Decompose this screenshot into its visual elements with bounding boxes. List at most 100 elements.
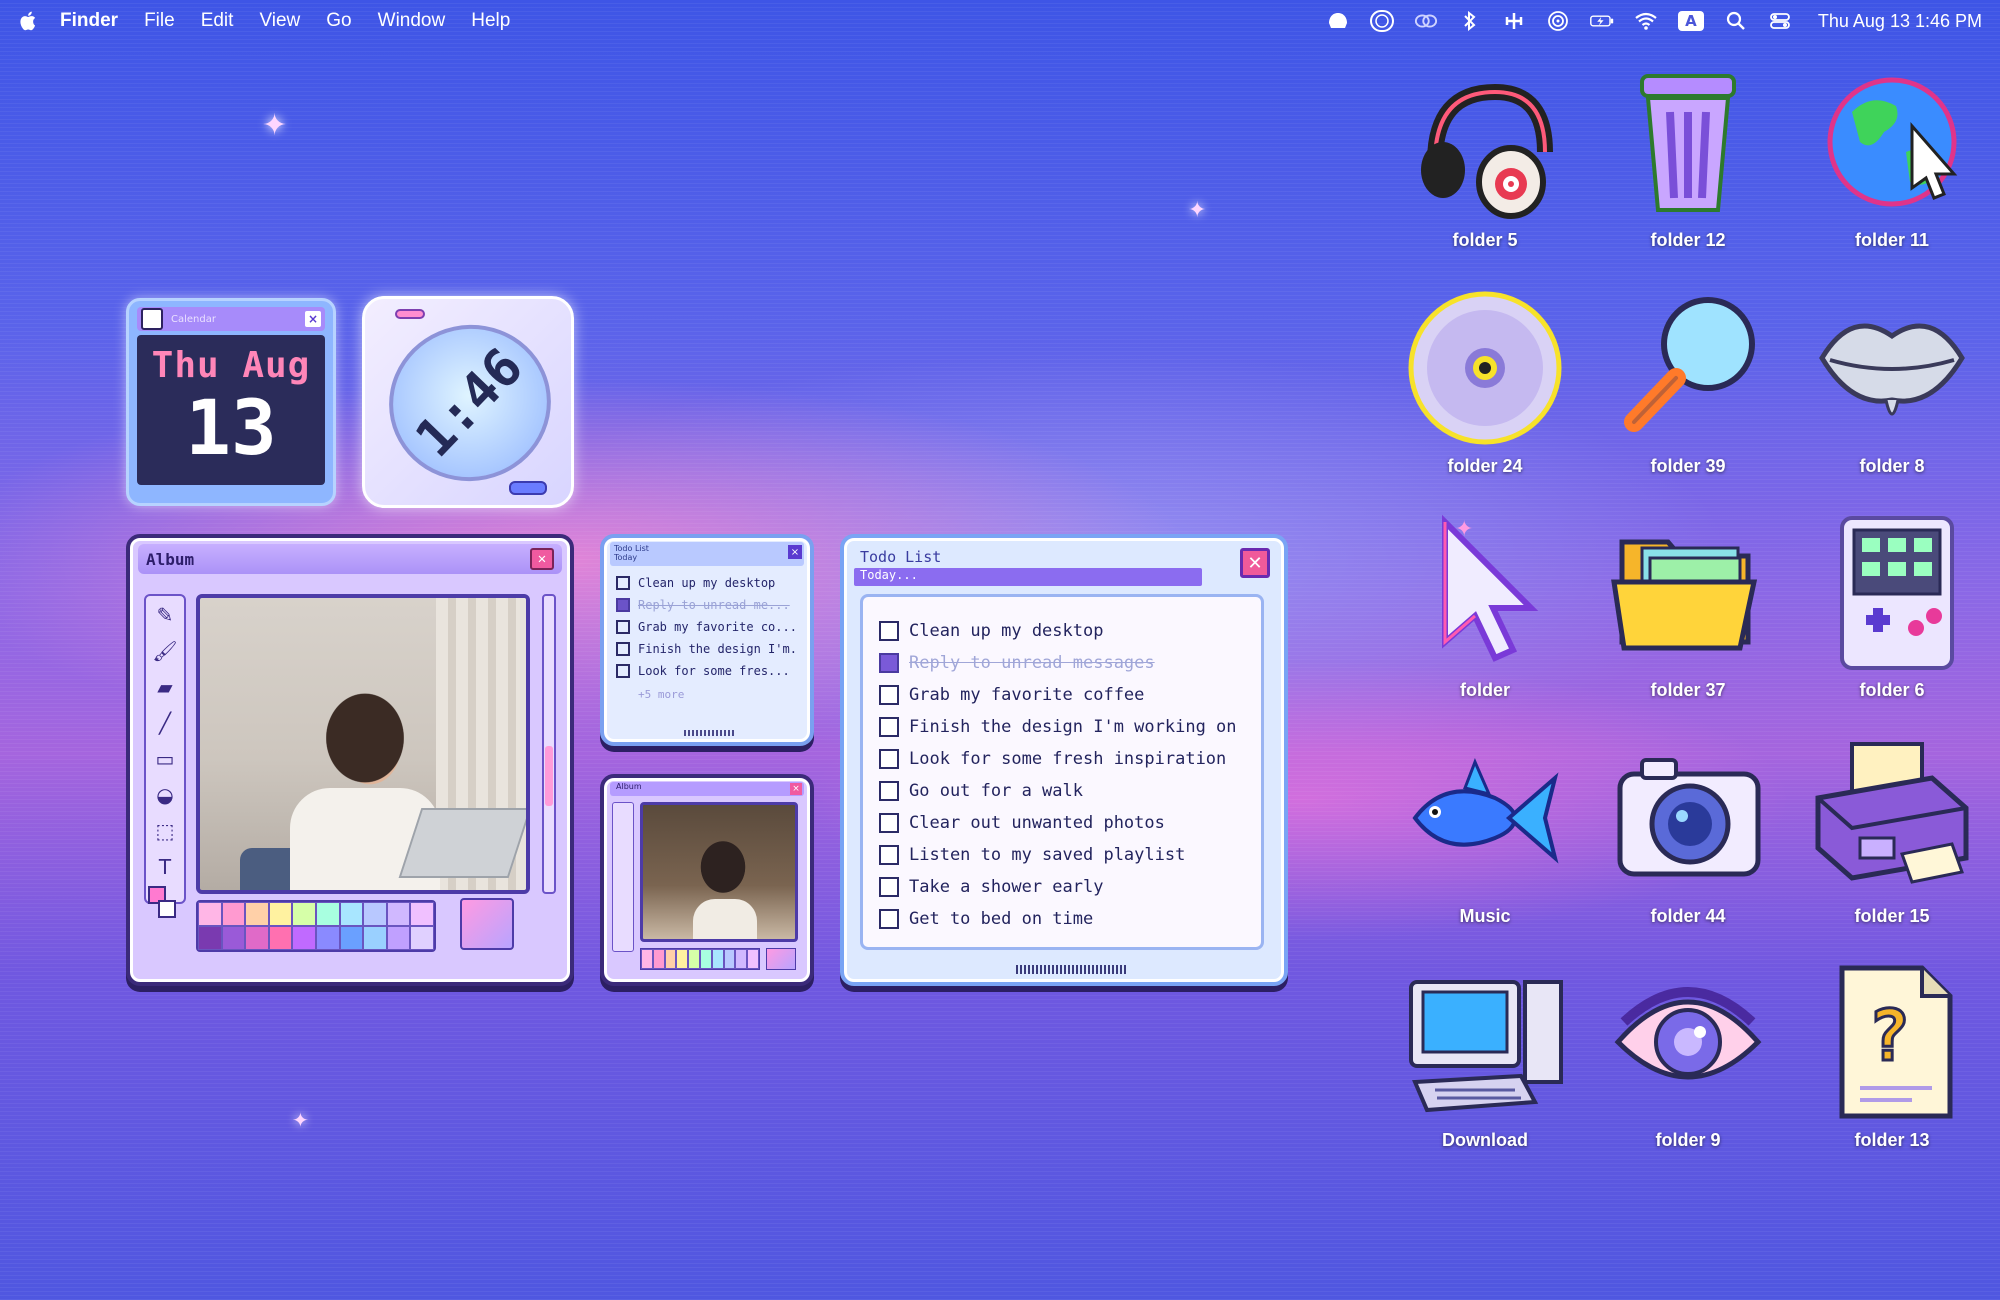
palette-color[interactable]	[268, 926, 293, 950]
checkbox[interactable]	[879, 909, 899, 929]
palette-color[interactable]	[363, 902, 387, 926]
todo-big-titlebar[interactable]: Todo List Today... ✕	[854, 546, 1274, 586]
checkbox[interactable]	[879, 749, 899, 769]
palette-color[interactable]	[747, 949, 759, 969]
checkbox[interactable]	[879, 781, 899, 801]
pencil-tool-icon[interactable]: ✎	[151, 600, 179, 630]
desktop-icon-folder-6[interactable]: folder 6	[1802, 512, 1982, 712]
todo-small-window[interactable]: Todo List Today × Clean up my desktop Re…	[600, 534, 814, 746]
checkbox[interactable]	[616, 642, 630, 656]
list-item[interactable]: Reply to unread me...	[616, 594, 798, 616]
palette-color[interactable]	[316, 926, 340, 950]
checkbox[interactable]	[879, 813, 899, 833]
palette-color[interactable]	[676, 949, 689, 969]
album-scrollbar[interactable]	[542, 594, 556, 894]
input-source-icon[interactable]: A	[1677, 11, 1704, 31]
palette-color[interactable]	[363, 926, 387, 950]
palette-color[interactable]	[386, 926, 411, 950]
checkbox[interactable]	[879, 717, 899, 737]
bluetooth-icon[interactable]	[1458, 10, 1482, 32]
desktop-icon-folder-13[interactable]: ? folder 13	[1802, 962, 1982, 1162]
apple-menu-icon[interactable]	[18, 10, 40, 32]
current-color-swatch[interactable]	[766, 948, 796, 970]
menu-edit[interactable]: Edit	[201, 10, 234, 32]
palette-color[interactable]	[410, 926, 434, 950]
desktop-icon-folder-24[interactable]: folder 24	[1395, 288, 1575, 488]
desktop-icon-folder[interactable]: ✦ folder	[1395, 512, 1575, 712]
checkbox[interactable]	[616, 620, 630, 634]
palette-color[interactable]	[292, 926, 316, 950]
checkbox[interactable]	[616, 598, 630, 612]
palette-color[interactable]	[198, 926, 222, 950]
menu-help[interactable]: Help	[471, 10, 510, 32]
palette-color[interactable]	[652, 949, 665, 969]
palette-color[interactable]	[339, 926, 364, 950]
list-item[interactable]: Look for some fresh inspiration	[879, 743, 1261, 775]
todo-more-link[interactable]: +5 more	[638, 688, 810, 701]
text-tool-icon[interactable]: T	[151, 852, 179, 882]
list-item[interactable]: Grab my favorite coffee	[879, 679, 1261, 711]
line-tool-icon[interactable]: ╱	[151, 708, 179, 738]
desktop-icon-folder-12[interactable]: folder 12	[1598, 62, 1778, 262]
palette-color[interactable]	[245, 926, 269, 950]
desktop-icon-folder-37[interactable]: folder 37	[1598, 512, 1778, 712]
desktop-icon-folder-5[interactable]: folder 5	[1395, 62, 1575, 262]
album-small-window[interactable]: Album ×	[600, 774, 814, 986]
menu-view[interactable]: View	[259, 10, 300, 32]
menu-file[interactable]: File	[144, 10, 175, 32]
list-item[interactable]: Grab my favorite co...	[616, 616, 798, 638]
checkbox[interactable]	[879, 685, 899, 705]
palette-color[interactable]	[410, 902, 434, 926]
checkbox[interactable]	[879, 621, 899, 641]
color-palette[interactable]	[640, 948, 760, 970]
wifi-icon[interactable]	[1634, 10, 1658, 32]
menu-go[interactable]: Go	[326, 10, 351, 32]
list-item[interactable]: Listen to my saved playlist	[879, 839, 1261, 871]
list-item[interactable]: Go out for a walk	[879, 775, 1261, 807]
palette-color[interactable]	[688, 949, 700, 969]
menu-app-finder[interactable]: Finder	[60, 10, 118, 32]
close-icon[interactable]: ×	[788, 545, 802, 559]
desktop-icon-music[interactable]: Music	[1395, 738, 1575, 938]
checkbox[interactable]	[879, 877, 899, 897]
current-color-swatch[interactable]	[460, 898, 514, 950]
shell-app-icon[interactable]	[1326, 10, 1350, 32]
close-icon[interactable]: ×	[305, 311, 321, 327]
palette-color[interactable]	[316, 902, 340, 926]
clock-widget[interactable]: 1:46	[362, 296, 574, 508]
palette-color[interactable]	[386, 902, 411, 926]
color-picker[interactable]	[148, 886, 182, 926]
palette-color[interactable]	[339, 902, 364, 926]
close-icon[interactable]: ✕	[530, 548, 554, 570]
list-item[interactable]: Finish the design I'm working on	[879, 711, 1261, 743]
checkbox[interactable]	[879, 845, 899, 865]
fill-tool-icon[interactable]: ◒	[151, 780, 179, 810]
resize-grip[interactable]	[684, 730, 736, 736]
desktop-icon-folder-9[interactable]: folder 9	[1598, 962, 1778, 1162]
list-item[interactable]: Clear out unwanted photos	[879, 807, 1261, 839]
desktop-icon-folder-39[interactable]: folder 39	[1598, 288, 1778, 488]
list-item[interactable]: Look for some fres...	[616, 660, 798, 682]
palette-color[interactable]	[198, 902, 222, 926]
desktop-icon-folder-8[interactable]: folder 8	[1802, 288, 1982, 488]
battery-icon[interactable]	[1589, 10, 1614, 32]
brush-tool-icon[interactable]: 🖌	[151, 636, 179, 666]
palette-color[interactable]	[221, 902, 246, 926]
todo-small-titlebar[interactable]: Todo List Today ×	[610, 542, 804, 566]
checkbox[interactable]	[879, 653, 899, 673]
scroll-thumb[interactable]	[545, 746, 553, 806]
desktop-icon-download[interactable]: Download	[1395, 962, 1575, 1162]
spotlight-search-icon[interactable]	[1724, 10, 1748, 32]
desktop-icon-folder-11[interactable]: folder 11	[1802, 62, 1982, 262]
palette-color[interactable]	[664, 949, 677, 969]
checkbox[interactable]	[616, 576, 630, 590]
palette-color[interactable]	[735, 949, 748, 969]
desktop-icon-folder-15[interactable]: folder 15	[1802, 738, 1982, 938]
list-item[interactable]: Clean up my desktop	[879, 615, 1261, 647]
menubar-clock[interactable]: Thu Aug 13 1:46 PM	[1818, 11, 1982, 32]
list-item[interactable]: Get to bed on time	[879, 903, 1261, 935]
calendar-widget[interactable]: Calendar × Thu Aug 13	[126, 298, 336, 506]
palette-color[interactable]	[292, 902, 316, 926]
eraser-tool-icon[interactable]: ▰	[151, 672, 179, 702]
palette-color[interactable]	[245, 902, 269, 926]
